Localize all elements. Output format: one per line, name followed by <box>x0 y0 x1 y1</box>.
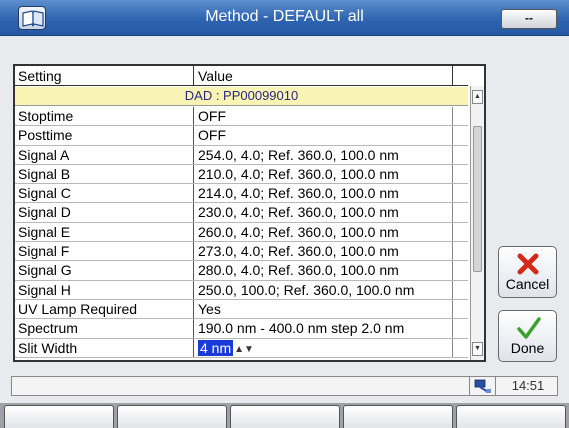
network-icon <box>474 378 492 394</box>
table-row[interactable]: Posttime OFF <box>15 126 468 146</box>
setting-name: Posttime <box>18 127 73 144</box>
scrollbar-thumb[interactable] <box>473 126 482 272</box>
setting-name: Slit Width <box>18 339 78 356</box>
setting-name: Spectrum <box>18 320 78 337</box>
status-message-field <box>12 377 470 395</box>
status-bar: 14:51 <box>11 376 558 396</box>
setting-value[interactable]: 250.0, 100.0; Ref. 360.0, 100.0 nm <box>198 282 414 298</box>
cancel-button[interactable]: Cancel <box>498 246 557 298</box>
softkey-5[interactable] <box>456 405 566 428</box>
menu-button[interactable]: -- <box>501 9 557 29</box>
setting-name: Signal F <box>18 243 70 260</box>
setting-value[interactable]: Yes <box>198 301 221 317</box>
table-row[interactable]: Stoptime OFF <box>15 107 468 127</box>
selected-value[interactable]: 4 nm <box>198 339 234 356</box>
table-row[interactable]: Signal G 280.0, 4.0; Ref. 360.0, 100.0 nm <box>15 261 468 281</box>
table-row[interactable]: Signal H 250.0, 100.0; Ref. 360.0, 100.0 … <box>15 280 468 300</box>
setting-name: Signal A <box>18 146 70 163</box>
setting-name: Signal G <box>18 262 72 279</box>
setting-name: Signal H <box>18 281 71 298</box>
table-row[interactable]: Signal F 273.0, 4.0; Ref. 360.0, 100.0 nm <box>15 242 468 262</box>
spinner-arrows-icon[interactable]: ▲▼ <box>234 344 254 355</box>
setting-value[interactable]: 230.0, 4.0; Ref. 360.0, 100.0 nm <box>198 204 399 220</box>
setting-name: UV Lamp Required <box>18 300 138 317</box>
setting-name: Signal D <box>18 204 71 221</box>
setting-value[interactable]: 273.0, 4.0; Ref. 360.0, 100.0 nm <box>198 243 399 259</box>
table-row[interactable]: UV Lamp Required Yes <box>15 299 468 320</box>
setting-column-header[interactable]: Setting <box>18 68 62 84</box>
softkey-4[interactable] <box>343 405 453 428</box>
setting-value[interactable]: 210.0, 4.0; Ref. 360.0, 100.0 nm <box>198 166 399 182</box>
done-button-label: Done <box>510 340 545 356</box>
table-row[interactable]: Signal C 214.0, 4.0; Ref. 360.0, 100.0 nm <box>15 184 468 204</box>
setting-value[interactable]: 190.0 nm - 400.0 nm step 2.0 nm <box>198 320 404 336</box>
softkey-1[interactable] <box>4 405 114 428</box>
setting-value[interactable]: 214.0, 4.0; Ref. 360.0, 100.0 nm <box>198 185 399 201</box>
table-row[interactable]: Signal E 260.0, 4.0; Ref. 360.0, 100.0 nm <box>15 222 468 243</box>
softkey-3[interactable] <box>230 405 340 428</box>
setting-value[interactable]: 260.0, 4.0; Ref. 360.0, 100.0 nm <box>198 224 399 240</box>
setting-value[interactable]: 280.0, 4.0; Ref. 360.0, 100.0 nm <box>198 262 399 278</box>
title-bar: Method - DEFAULT all -- <box>0 0 569 36</box>
softkey-2[interactable] <box>117 405 227 428</box>
value-column-header[interactable]: Value <box>198 68 233 84</box>
slit-width-spinner[interactable]: 4 nm ▲▼ <box>198 339 254 356</box>
red-x-icon <box>517 253 539 275</box>
clock: 14:51 <box>511 378 545 393</box>
setting-value[interactable]: OFF <box>198 108 226 124</box>
green-check-icon <box>517 317 541 339</box>
vertical-scrollbar[interactable]: ▲ ▼ <box>470 86 484 360</box>
setting-name: Signal C <box>18 185 71 202</box>
softkey-bar <box>0 403 569 428</box>
table-row-selected[interactable]: Slit Width 4 nm ▲▼ <box>15 338 468 358</box>
setting-name: Signal E <box>18 223 71 240</box>
method-settings-table: Setting Value DAD : PP00099010 Stoptime O… <box>13 64 486 362</box>
setting-value[interactable]: 254.0, 4.0; Ref. 360.0, 100.0 nm <box>198 147 399 163</box>
scroll-up-arrow-icon[interactable]: ▲ <box>472 90 483 104</box>
setting-name: Stoptime <box>18 108 74 124</box>
setting-name: Signal B <box>18 165 71 182</box>
table-rows: Stoptime OFF Posttime OFF Signal A 254.0, 4… <box>15 107 468 358</box>
table-row[interactable]: Signal D 230.0, 4.0; Ref. 360.0, 100.0 nm <box>15 203 468 223</box>
table-header: Setting Value <box>15 66 468 86</box>
scroll-down-arrow-icon[interactable]: ▼ <box>472 342 483 356</box>
window-title: Method - DEFAULT all <box>205 8 364 25</box>
section-header: DAD : PP00099010 <box>15 87 468 106</box>
setting-value[interactable]: OFF <box>198 127 226 143</box>
cancel-button-label: Cancel <box>505 276 550 292</box>
done-button[interactable]: Done <box>498 310 557 362</box>
table-row[interactable]: Spectrum 190.0 nm - 400.0 nm step 2.0 nm <box>15 319 468 339</box>
table-row[interactable]: Signal A 254.0, 4.0; Ref. 360.0, 100.0 nm <box>15 145 468 165</box>
table-row[interactable]: Signal B 210.0, 4.0; Ref. 360.0, 100.0 nm <box>15 164 468 185</box>
